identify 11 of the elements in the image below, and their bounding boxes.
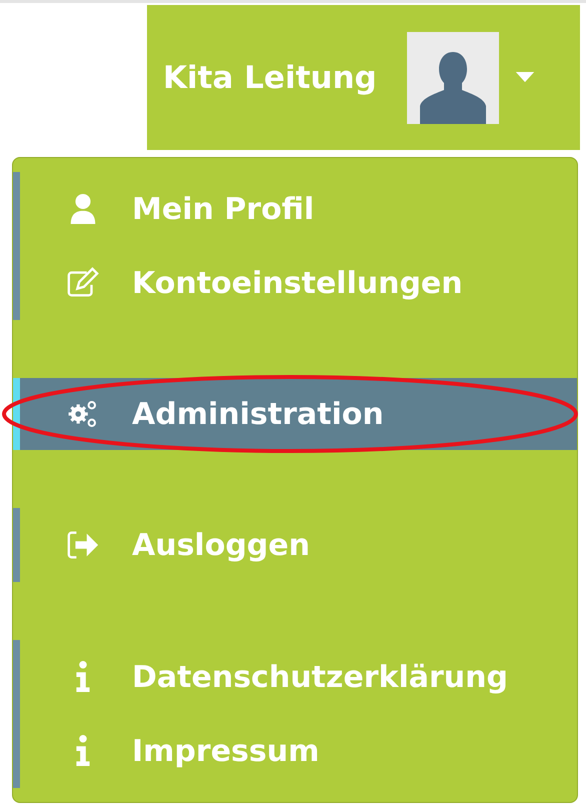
avatar-icon [406, 32, 499, 124]
menu-item[interactable]: Mein Profil [20, 172, 577, 246]
user-menu-toggle[interactable]: Kita Leitung [147, 5, 580, 150]
menu-item[interactable]: Ausloggen [20, 508, 577, 582]
menu-item[interactable]: Datenschutzerklärung [20, 640, 577, 714]
menu-item[interactable]: Impressum [20, 714, 577, 788]
logout-icon [66, 529, 100, 561]
edit-icon [66, 267, 100, 299]
user-name: Kita Leitung [163, 60, 377, 96]
menu-item[interactable]: Kontoeinstellungen [20, 246, 577, 320]
caret-icon [514, 72, 535, 83]
